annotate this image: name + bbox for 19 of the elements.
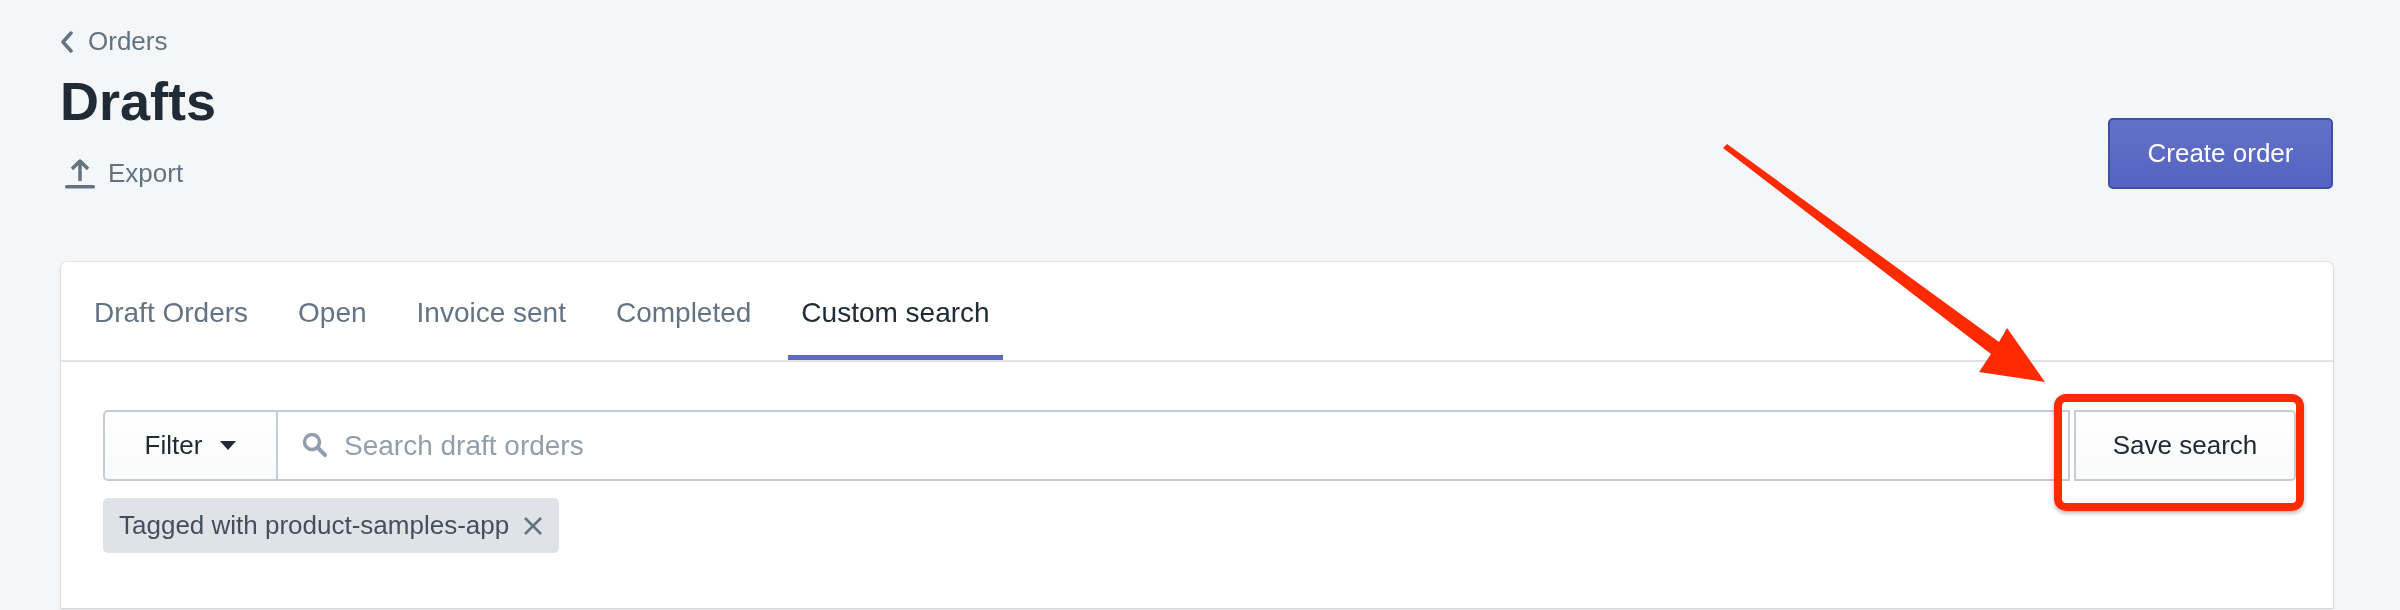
save-search-button[interactable]: Save search [2074, 410, 2296, 481]
tag-label: Tagged with product-samples-app [119, 510, 510, 541]
tab[interactable]: Custom search [788, 262, 1003, 360]
tab[interactable]: Invoice sent [403, 262, 579, 360]
remove-tag-button[interactable] [523, 515, 544, 536]
tab[interactable]: Completed [602, 262, 765, 360]
search-icon [302, 432, 328, 458]
chevron-left-icon [60, 30, 74, 53]
page-title: Drafts [60, 71, 217, 131]
create-order-button[interactable]: Create order [2108, 118, 2333, 189]
tab[interactable]: Draft Orders [81, 262, 262, 360]
export-button[interactable]: Export [60, 157, 184, 189]
upload-icon [64, 157, 96, 189]
filter-button[interactable]: Filter [103, 410, 278, 481]
caret-down-icon [220, 441, 237, 450]
back-link[interactable]: Orders [60, 26, 217, 57]
tab[interactable]: Open [285, 262, 380, 360]
search-field[interactable]: Search draft orders [278, 410, 2070, 481]
close-icon [523, 515, 544, 536]
